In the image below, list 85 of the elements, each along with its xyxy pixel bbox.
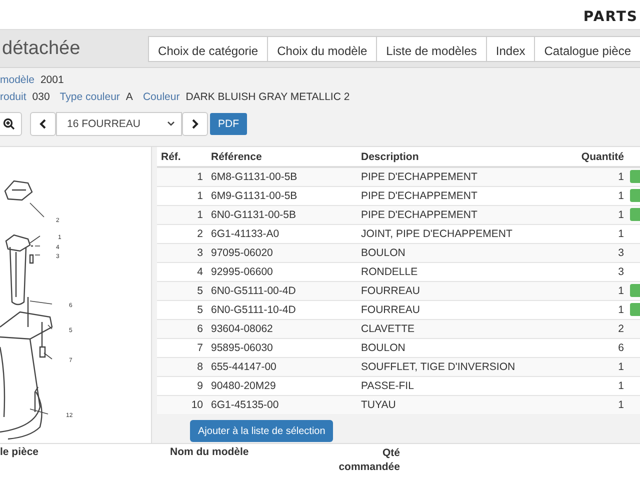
quantity: 1 (618, 398, 624, 411)
quantity: 6 (618, 342, 624, 354)
ref-number: 2 (197, 228, 203, 240)
info-label: Couleur (142, 91, 180, 103)
part-number: 6G1-45135-00 (211, 398, 279, 411)
column-header: Réf. (161, 150, 181, 162)
column-header: le pièce (0, 446, 39, 458)
quantity: 1 (618, 170, 624, 183)
column-header: Description (361, 150, 419, 162)
ref-number: 4 (197, 266, 203, 278)
chevron-right-icon (191, 119, 199, 129)
info-value: 2001 (40, 74, 64, 86)
part-description: FOURREAU (361, 284, 420, 296)
page-title: détachée (1, 38, 80, 60)
part-description: CLAVETTE (361, 322, 414, 334)
info-value: DARK BLUISH GRAY METALLIC 2 (186, 91, 350, 103)
quantity: 1 (618, 380, 624, 392)
pdf-button[interactable]: PDF (210, 113, 247, 135)
quantity: 3 (618, 246, 624, 258)
chevron-left-icon (39, 119, 47, 129)
part-description: PIPE D'ECHAPPEMENT (361, 208, 478, 220)
quantity: 1 (618, 190, 624, 202)
column-header: Référence (211, 150, 262, 162)
next-button[interactable] (182, 112, 208, 136)
quantity: 1 (618, 304, 624, 316)
part-number: 6G1-41133-A0 (211, 228, 280, 240)
info-label: roduit (0, 91, 26, 103)
ref-number: 9 (197, 380, 203, 392)
part-description: BOULON (361, 342, 406, 354)
nav-button[interactable]: Choix du modèle (267, 36, 376, 62)
part-description: SOUFFLET, TIGE D'INVERSION (361, 360, 516, 372)
info-label: modèle (0, 74, 34, 86)
quantity: 1 (618, 284, 624, 296)
ref-number: 8 (197, 360, 203, 372)
column-header: Quantité (581, 150, 624, 162)
info-label: Type couleur (60, 91, 120, 103)
part-number: 6N0-G5111-00-4D (211, 284, 296, 296)
nav-button[interactable]: Catalogue pièce (534, 36, 640, 62)
ref-number: 5 (197, 304, 203, 316)
part-number: 655-44147-00 (211, 360, 276, 372)
part-number: 93604-08062 (211, 322, 273, 334)
ref-number: 7 (197, 342, 203, 354)
part-description: PIPE D'ECHAPPEMENT (361, 190, 478, 202)
part-description: RONDELLE (361, 266, 418, 278)
column-header: Qté commandée (338, 447, 400, 473)
part-description: FOURREAU (361, 304, 420, 316)
part-description: BOULON (361, 246, 406, 258)
caret-icon (167, 121, 175, 127)
previous-button[interactable] (30, 112, 56, 136)
ref-number: 1 (197, 170, 203, 183)
part-number: 97095-06020 (211, 246, 273, 258)
part-number: 6M9-G1131-00-5B (211, 190, 298, 202)
ref-number: 10 (191, 398, 203, 411)
site-logo[interactable]: PARTS (583, 9, 638, 25)
ref-number: 1 (197, 190, 203, 202)
part-description: JOINT, PIPE D'ECHAPPEMENT (361, 228, 512, 240)
quantity: 1 (618, 208, 624, 220)
nav-button[interactable]: Index (486, 36, 534, 62)
add-to-list-button[interactable]: Ajouter à la liste de sélection (190, 420, 334, 442)
part-number: 6M8-G1131-00-5B (211, 170, 298, 183)
zoom-in-button[interactable] (0, 112, 22, 136)
column-header: Nom du modèle (170, 446, 249, 458)
ref-number: 6 (197, 322, 203, 334)
ref-number: 5 (197, 284, 203, 296)
part-description: PASSE-FIL (361, 380, 414, 392)
part-number: 90480-20M29 (211, 380, 276, 392)
part-number: 6N0-G1131-00-5B (211, 208, 296, 220)
zoom-in-icon (3, 118, 15, 130)
part-number: 6N0-G5111-10-4D (211, 304, 296, 316)
nav-button[interactable]: Choix de catégorie (148, 36, 268, 62)
section-dropdown[interactable]: 16 FOURREAU (56, 112, 182, 136)
part-number: 95895-06030 (211, 342, 273, 354)
cart-button[interactable] (630, 170, 640, 184)
quantity: 1 (618, 360, 624, 372)
part-number: 92995-06600 (211, 266, 273, 278)
quantity: 1 (618, 228, 624, 240)
ref-number: 3 (197, 246, 203, 258)
info-value: A (126, 91, 133, 103)
quantity: 3 (618, 266, 624, 278)
quantity: 2 (618, 322, 624, 334)
ref-number: 1 (197, 208, 203, 220)
info-value: 030 (32, 91, 50, 103)
nav-button[interactable]: Liste de modèles (376, 36, 486, 62)
part-description: TUYAU (361, 398, 396, 411)
part-description: PIPE D'ECHAPPEMENT (361, 170, 478, 183)
